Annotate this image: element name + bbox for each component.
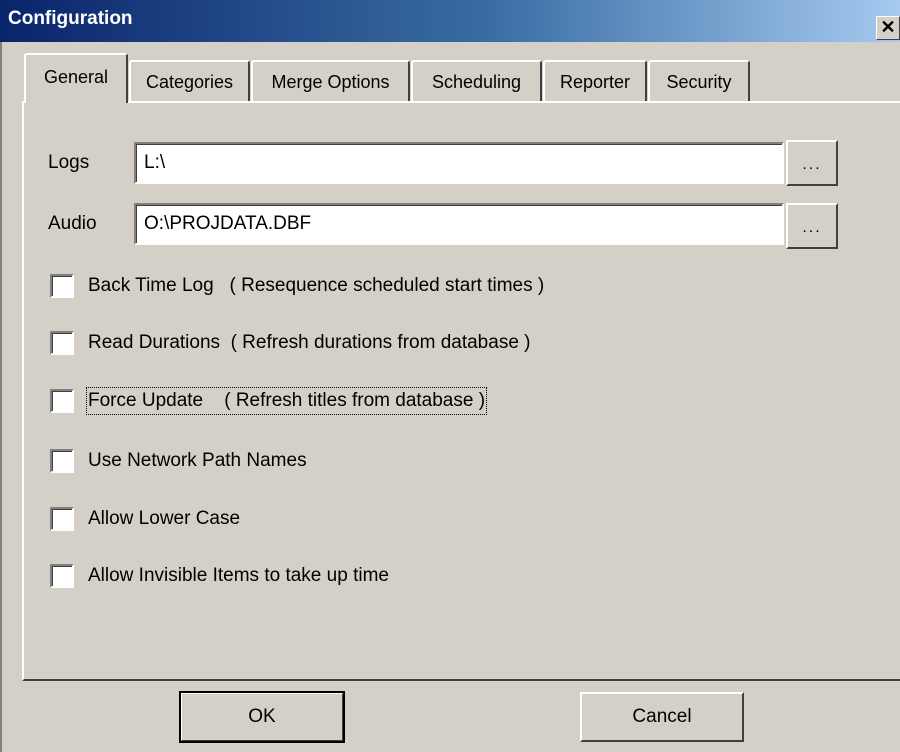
tab-label: Merge Options [271, 72, 390, 92]
back-time-log-label: Back Time Log ( Resequence scheduled sta… [88, 275, 545, 296]
invisible-items-checkbox[interactable] [50, 564, 74, 588]
window-title: Configuration [8, 8, 133, 29]
close-icon: ✕ [880, 17, 896, 37]
network-path-names-checkbox[interactable] [50, 449, 74, 473]
invisible-items-label: Allow Invisible Items to take up time [88, 565, 389, 586]
logs-browse-button[interactable]: ... [786, 140, 838, 186]
tab-label: Scheduling [431, 72, 522, 92]
tab-general[interactable]: General [24, 53, 128, 103]
title-bar[interactable]: Configuration ✕ [0, 0, 900, 42]
logs-path-input[interactable] [134, 142, 784, 184]
tab-merge-options[interactable]: Merge Options [251, 60, 410, 102]
close-button[interactable]: ✕ [876, 16, 900, 40]
tab-categories[interactable]: Categories [129, 60, 250, 102]
read-durations-label: Read Durations ( Refresh durations from … [88, 332, 531, 353]
force-update-checkbox[interactable] [50, 389, 74, 413]
tab-label: Security [666, 72, 732, 92]
ok-button[interactable]: OK [179, 691, 345, 743]
allow-lower-case-checkbox[interactable] [50, 507, 74, 531]
logs-label: Logs [48, 152, 90, 173]
audio-browse-button[interactable]: ... [786, 203, 838, 249]
tab-label: Categories [145, 72, 234, 92]
back-time-log-checkbox[interactable] [50, 274, 74, 298]
force-update-label: Force Update ( Refresh titles from datab… [85, 387, 488, 415]
cancel-button[interactable]: Cancel [580, 692, 744, 742]
tab-reporter[interactable]: Reporter [543, 60, 647, 102]
tab-scheduling[interactable]: Scheduling [411, 60, 542, 102]
network-path-names-label: Use Network Path Names [88, 450, 307, 471]
audio-path-input[interactable] [134, 203, 784, 245]
tab-label: Reporter [559, 72, 631, 92]
tab-security[interactable]: Security [648, 60, 750, 102]
read-durations-checkbox[interactable] [50, 331, 74, 355]
audio-label: Audio [48, 213, 97, 234]
allow-lower-case-label: Allow Lower Case [88, 508, 241, 529]
tab-label: General [43, 67, 109, 87]
